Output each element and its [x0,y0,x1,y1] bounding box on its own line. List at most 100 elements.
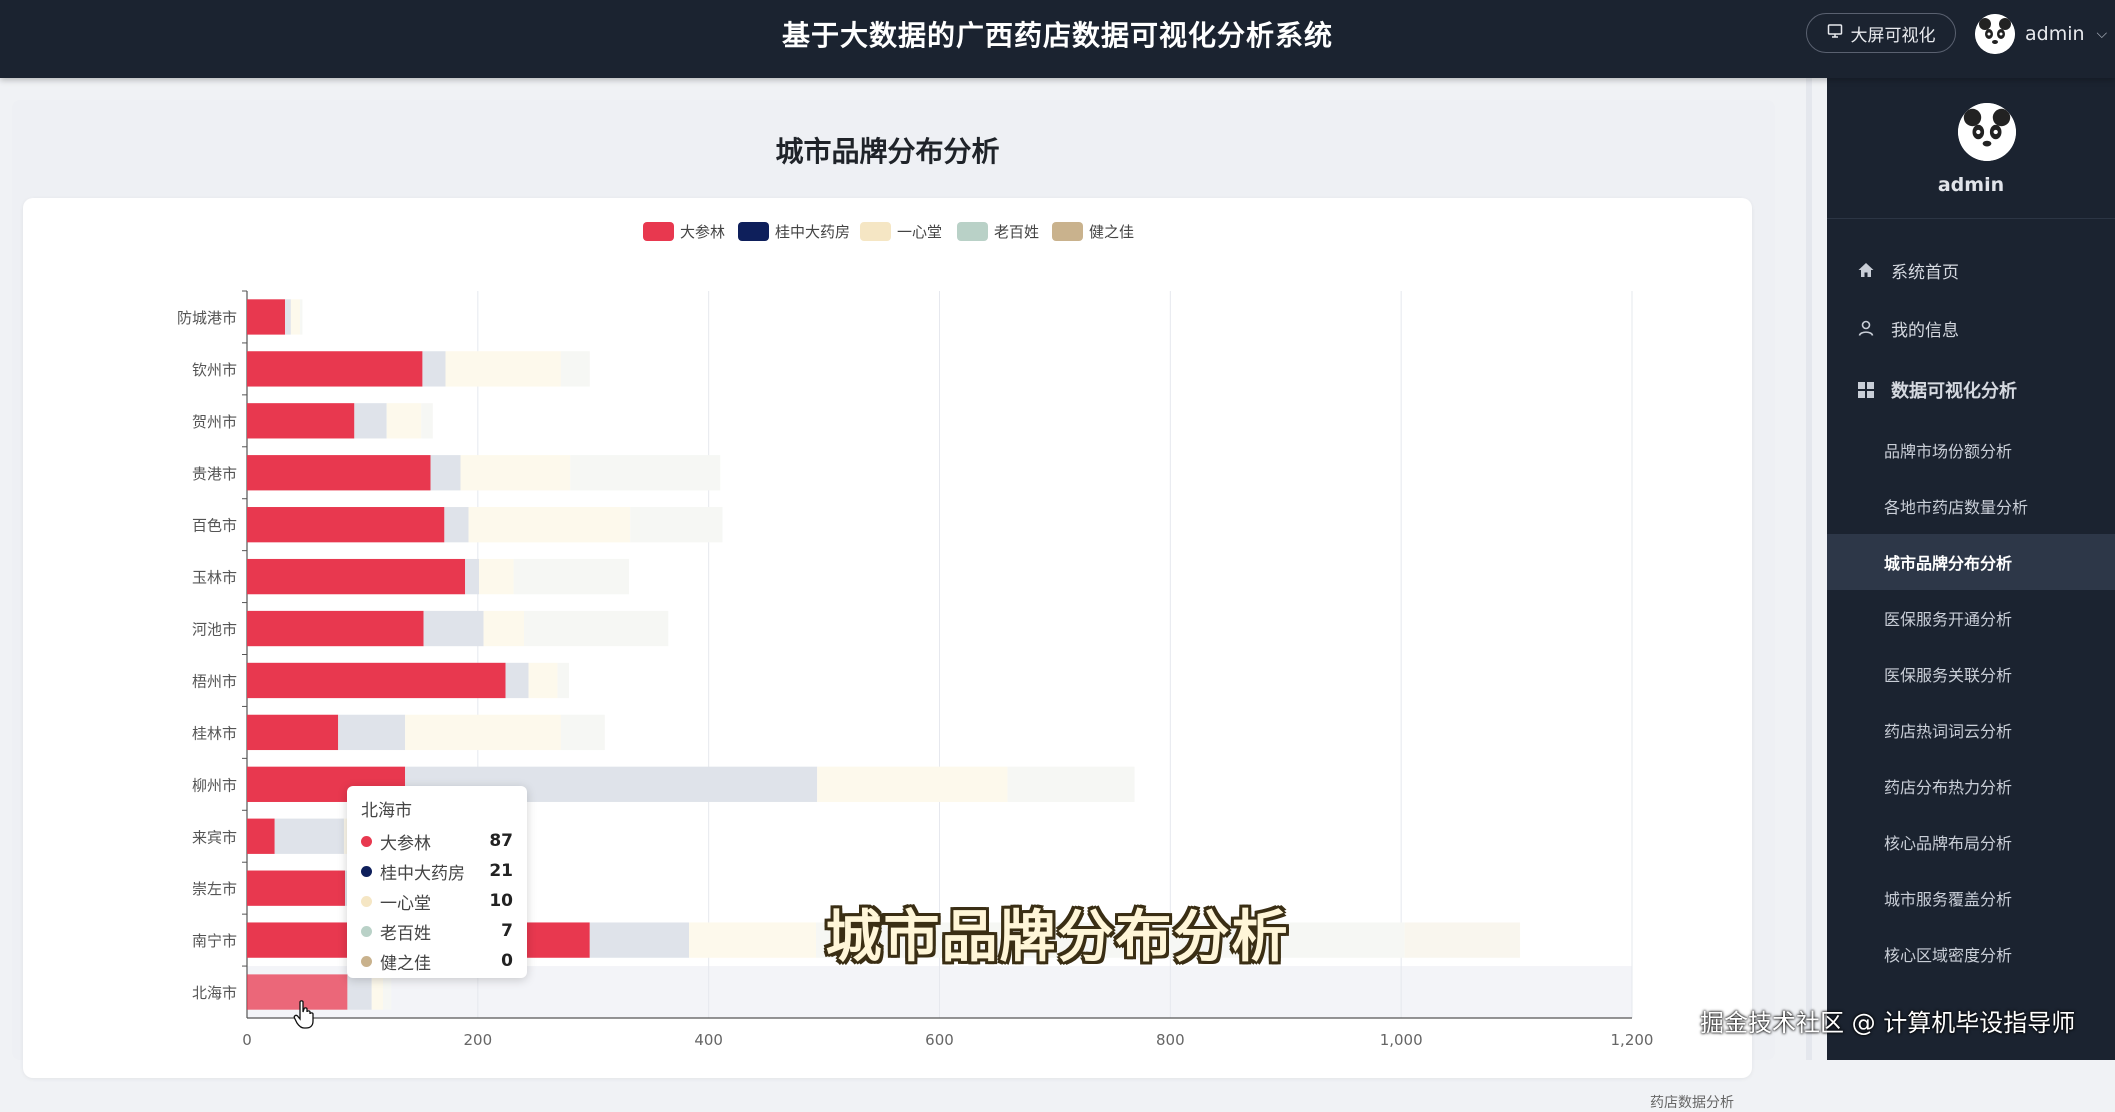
y-tick-label: 玉林市 [192,569,237,587]
sidebar-subitem[interactable]: 各地市药店数量分析 [1827,478,2115,534]
y-tick-label: 河池市 [192,621,237,639]
user-name: admin [2025,23,2085,45]
y-tick-label: 柳州市 [192,776,237,794]
legend-label: 桂中大药房 [775,223,850,241]
bar-segment [422,351,445,386]
sidebar-item-label: 我的信息 [1891,316,1959,341]
x-tick-label: 0 [242,1031,252,1049]
tooltip-series-value: 21 [489,861,513,881]
bar-segment [338,715,405,750]
x-tick-label: 800 [1156,1031,1185,1049]
bar-segment [469,507,631,542]
bar-segment [275,819,344,854]
tooltip-series-value: 87 [489,831,513,851]
legend-label: 老百姓 [994,223,1039,241]
sidebar-item-home[interactable]: 系统首页 [1827,242,2115,298]
bar-segment [461,455,571,490]
bigscreen-label: 大屏可视化 [1851,21,1936,46]
sidebar-user-name: admin [1827,174,2115,196]
bar-segment [1008,767,1135,802]
tooltip-row: 桂中大药房 21 [361,858,513,884]
bar-segment [446,351,561,386]
sidebar-item-label: 数据可视化分析 [1891,377,2017,403]
sidebar-subitem-active[interactable]: 城市品牌分布分析 [1827,534,2115,590]
y-tick-label: 钦州市 [192,361,237,379]
user-menu[interactable]: admin ⌵ [1975,12,2107,56]
legend-swatch [643,222,674,241]
x-tick-label: 400 [694,1031,723,1049]
top-bar: 基于大数据的广西药店数据可视化分析系统 大屏可视化 admin ⌵ [0,0,2115,78]
bar-segment [247,663,506,698]
bar-segment [465,559,479,594]
bar-segment [484,611,524,646]
bar-segment [387,403,422,438]
x-tick-label: 1,200 [1611,1031,1654,1049]
y-tick-label: 百色市 [192,517,237,535]
bar-segment [247,351,422,386]
y-tick-label: 来宾市 [192,828,237,846]
bar-segment [354,403,386,438]
bar-segment [630,507,722,542]
bar-segment [570,455,720,490]
bar-segment [817,767,1007,802]
sidebar-avatar [1958,103,2016,161]
bar-segment [431,455,461,490]
sidebar-subitem[interactable]: 医保服务关联分析 [1827,646,2115,702]
bar-segment [557,663,569,698]
y-tick-label: 贵港市 [192,465,237,483]
sidebar-item-my-info[interactable]: 我的信息 › [1827,300,2115,356]
bar-segment [506,663,529,698]
y-tick-label: 北海市 [192,984,237,1002]
bar-segment [405,715,561,750]
system-title: 基于大数据的广西药店数据可视化分析系统 [0,0,2115,72]
x-tick-label: 600 [925,1031,954,1049]
legend-label: 健之佳 [1089,223,1134,241]
tooltip-title: 北海市 [361,796,412,821]
monitor-icon [1827,23,1843,44]
legend-swatch [1052,222,1083,241]
sidebar-subitem[interactable]: 药店分布热力分析 [1827,758,2115,814]
sidebar-item-label: 系统首页 [1891,258,1959,283]
hand-cursor-icon [293,1000,315,1030]
legend-swatch [860,222,891,241]
avatar [1975,14,2015,54]
bar-segment [421,403,433,438]
sidebar-subitem[interactable]: 核心品牌布局分析 [1827,814,2115,870]
bar-segment [247,715,338,750]
divider [1827,218,2115,219]
sidebar-subitem[interactable]: 医保服务开通分析 [1827,590,2115,646]
bar-segment [479,559,514,594]
bar-segment [247,507,444,542]
series-dot [361,866,372,877]
bar-segment [247,455,431,490]
legend-swatch [738,222,769,241]
home-icon [1855,261,1877,279]
watermark: 掘金技术社区 @ 计算机毕设指导师 [1700,1003,2075,1038]
tooltip-row: 大参林 87 [361,828,513,854]
legend-label: 大参林 [680,223,725,241]
sidebar-subitem[interactable]: 药店热词词云分析 [1827,702,2115,758]
y-tick-label: 桂林市 [192,724,237,742]
series-dot [361,836,372,847]
bar-segment [529,663,558,698]
legend-label: 一心堂 [897,223,942,241]
bar-segment [383,974,391,1009]
bar-segment [561,715,605,750]
legend-swatch [957,222,988,241]
bar-segment [291,299,300,334]
sidebar-item-data-visualization[interactable]: 数据可视化分析 [1827,362,2115,418]
chevron-down-icon: ⌵ [2097,26,2108,42]
grid-icon [1855,381,1877,399]
bar-segment [247,559,465,594]
bar-segment [424,611,484,646]
tooltip-series-name: 大参林 [380,829,489,854]
sidebar-subitem[interactable]: 品牌市场份额分析 [1827,422,2115,478]
bar-segment [524,611,668,646]
bar-segment [300,299,302,334]
bigscreen-button[interactable]: 大屏可视化 [1806,13,1956,53]
x-tick-label: 1,000 [1380,1031,1423,1049]
y-tick-label: 防城港市 [177,309,237,327]
bar-segment [347,974,371,1009]
user-icon [1855,319,1877,337]
bar-segment [247,403,354,438]
